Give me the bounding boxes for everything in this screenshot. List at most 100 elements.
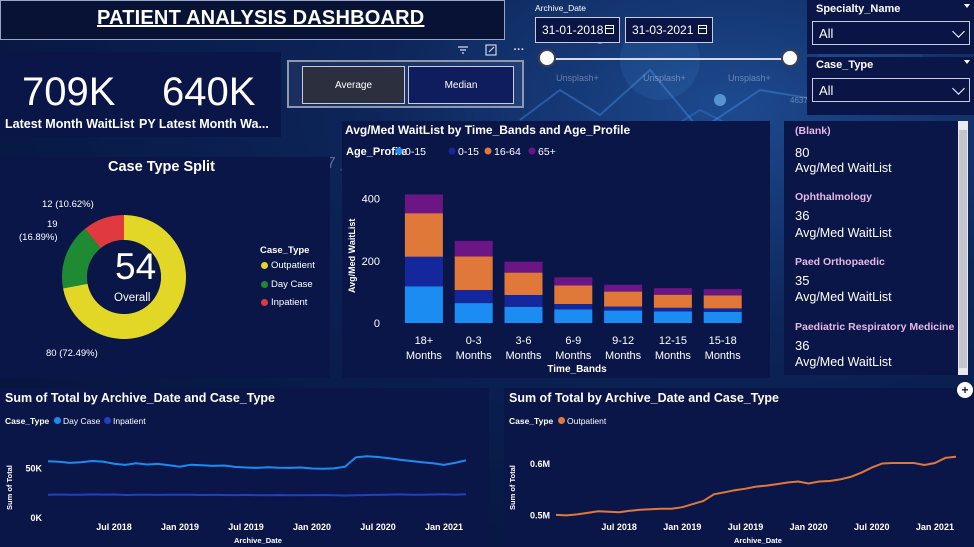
caret-down-icon[interactable] bbox=[964, 4, 970, 8]
bar-segment bbox=[504, 261, 543, 273]
end-date-value: 31-03-2021 bbox=[632, 23, 694, 37]
kpi-panel: 709K Latest Month WaitList 640K PY Lates… bbox=[0, 52, 281, 137]
bar-segment bbox=[703, 308, 742, 312]
bar-segment bbox=[554, 304, 593, 310]
bar-segment bbox=[554, 285, 593, 305]
bar-y-tick-label: 400 bbox=[362, 194, 380, 206]
chevron-down-icon[interactable] bbox=[952, 82, 965, 95]
more-options-icon[interactable]: ··· bbox=[509, 40, 529, 60]
caret-down-icon[interactable] bbox=[964, 60, 970, 64]
bar-segment bbox=[454, 256, 493, 291]
line-y-axis-title: Sum of Total bbox=[508, 465, 517, 510]
focus-icon[interactable]: + bbox=[957, 382, 973, 398]
slider-start-handle[interactable] bbox=[538, 49, 556, 67]
line-y-tick-label: 0.6M bbox=[530, 459, 550, 469]
legend-marker-outpatient bbox=[261, 262, 268, 269]
line-y-axis-title: Sum of Total bbox=[5, 465, 14, 510]
specialty-dropdown-value: All bbox=[819, 25, 834, 41]
cards-scrollbar-thumb[interactable] bbox=[959, 130, 967, 368]
bar-legend-label: 16-64 bbox=[494, 146, 521, 158]
bar-legend-marker bbox=[448, 147, 456, 155]
bar-legend-label: 0-15 bbox=[405, 146, 426, 158]
bar-segment bbox=[404, 213, 443, 257]
bar-segment bbox=[653, 311, 692, 323]
line-x-axis-title: Archive_Date bbox=[234, 536, 282, 545]
donut-data-label-daycase: 19 bbox=[47, 219, 58, 230]
bar-y-axis-title: Avg/Med WaitList bbox=[347, 219, 357, 293]
bar-x-tick-label: 3-6 bbox=[516, 335, 532, 347]
slider-end-handle[interactable] bbox=[781, 49, 799, 67]
line-x-tick-label: Jan 2019 bbox=[161, 522, 199, 532]
bar-x-tick-label: Months bbox=[705, 350, 742, 362]
card-label-blank: Avg/Med WaitList bbox=[795, 161, 892, 175]
bar-segment bbox=[604, 310, 643, 323]
line-x-tick-label: Jul 2020 bbox=[854, 522, 890, 532]
page-title: PATIENT ANALYSIS DASHBOARD bbox=[97, 7, 425, 29]
card-value-paed-respiratory: 36 bbox=[795, 338, 810, 353]
bar-legend-marker bbox=[484, 147, 492, 155]
watermark-text: Unsplash+ bbox=[728, 73, 771, 83]
case-type-dropdown-value: All bbox=[819, 82, 834, 98]
donut-legend-title: Case_Type bbox=[260, 245, 310, 256]
kpi-latest-month-value: 709K bbox=[22, 70, 116, 114]
line-x-tick-label: Jul 2018 bbox=[96, 522, 132, 532]
bar-segment bbox=[604, 284, 643, 292]
kpi-py-latest-month-value: 640K bbox=[162, 70, 256, 114]
end-date-input[interactable]: 31-03-2021 bbox=[625, 17, 713, 43]
line-x-tick-label: Jul 2018 bbox=[601, 522, 637, 532]
bar-x-tick-label: Months bbox=[655, 350, 692, 362]
average-button[interactable]: Average bbox=[302, 66, 405, 104]
donut-data-label-outpatient: 80 (72.49%) bbox=[46, 348, 98, 359]
start-date-input[interactable]: 31-01-2018 bbox=[535, 17, 620, 43]
bar-segment bbox=[454, 303, 493, 323]
bar-legend-marker bbox=[395, 147, 403, 155]
bar-x-tick-label: Months bbox=[605, 350, 642, 362]
donut-legend-inpatient[interactable]: Inpatient bbox=[271, 297, 307, 308]
specialty-slicer-label: Specialty_Name bbox=[816, 3, 901, 15]
legend-marker-daycase bbox=[261, 281, 268, 288]
bar-segment bbox=[554, 309, 593, 323]
bar-segment bbox=[653, 307, 692, 312]
median-button[interactable]: Median bbox=[408, 66, 514, 104]
bar-y-tick-label: 0 bbox=[374, 318, 380, 330]
line-y-tick-label: 0.5M bbox=[530, 510, 550, 520]
start-date-value: 31-01-2018 bbox=[542, 23, 604, 37]
filter-icon[interactable] bbox=[453, 40, 473, 60]
card-value-blank: 80 bbox=[795, 145, 810, 160]
bar-x-tick-label: 15-18 bbox=[709, 335, 737, 347]
bar-segment bbox=[504, 272, 543, 295]
chevron-down-icon[interactable] bbox=[952, 25, 965, 38]
line-x-tick-label: Jul 2019 bbox=[728, 522, 764, 532]
donut-data-label-inpatient: 12 (10.62%) bbox=[42, 199, 94, 210]
calendar-icon[interactable] bbox=[605, 25, 614, 34]
bar-segment bbox=[454, 240, 493, 257]
legend-marker-inpatient bbox=[261, 299, 268, 306]
card-label-ophthalmology: Avg/Med WaitList bbox=[795, 226, 892, 240]
calendar-icon[interactable] bbox=[698, 25, 707, 34]
date-range-slider[interactable] bbox=[547, 58, 791, 60]
watermark-number: 4637 bbox=[790, 96, 808, 105]
line-y-tick-label: 0K bbox=[30, 513, 42, 523]
bar-segment bbox=[404, 194, 443, 214]
donut-legend-daycase[interactable]: Day Case bbox=[271, 279, 313, 290]
line-x-tick-label: Jan 2020 bbox=[293, 522, 331, 532]
stacked-bar-chart: 0-15 0-15 16-64 65+ 0 200 400 Avg/Med WaitList 1… bbox=[347, 146, 742, 375]
case-type-slicer-label: Case_Type bbox=[816, 59, 874, 71]
donut-legend-outpatient[interactable]: Outpatient bbox=[271, 260, 315, 271]
specialty-dropdown[interactable]: All bbox=[812, 21, 970, 45]
card-value-ophthalmology: 36 bbox=[795, 208, 810, 223]
line-x-tick-label: Jan 2020 bbox=[790, 522, 828, 532]
focus-mode-icon[interactable] bbox=[481, 40, 501, 60]
bar-legend-label: 65+ bbox=[538, 146, 556, 158]
line-chart-right: 0.5M 0.6M Sum of Total Jul 2018 Jan 2019 Jul … bbox=[508, 455, 957, 545]
bar-x-axis-title: Time_Bands bbox=[547, 364, 607, 375]
bar-x-tick-label: Months bbox=[505, 350, 542, 362]
line-x-tick-label: Jul 2020 bbox=[360, 522, 396, 532]
line-x-tick-label: Jan 2021 bbox=[425, 522, 463, 532]
case-type-dropdown[interactable]: All bbox=[812, 78, 970, 102]
card-label-paed-respiratory: Avg/Med WaitList bbox=[795, 355, 892, 369]
bar-segment bbox=[653, 294, 692, 308]
bar-segment bbox=[404, 256, 443, 287]
line-x-tick-label: Jul 2019 bbox=[228, 522, 264, 532]
bar-legend-label: 0-15 bbox=[458, 146, 479, 158]
